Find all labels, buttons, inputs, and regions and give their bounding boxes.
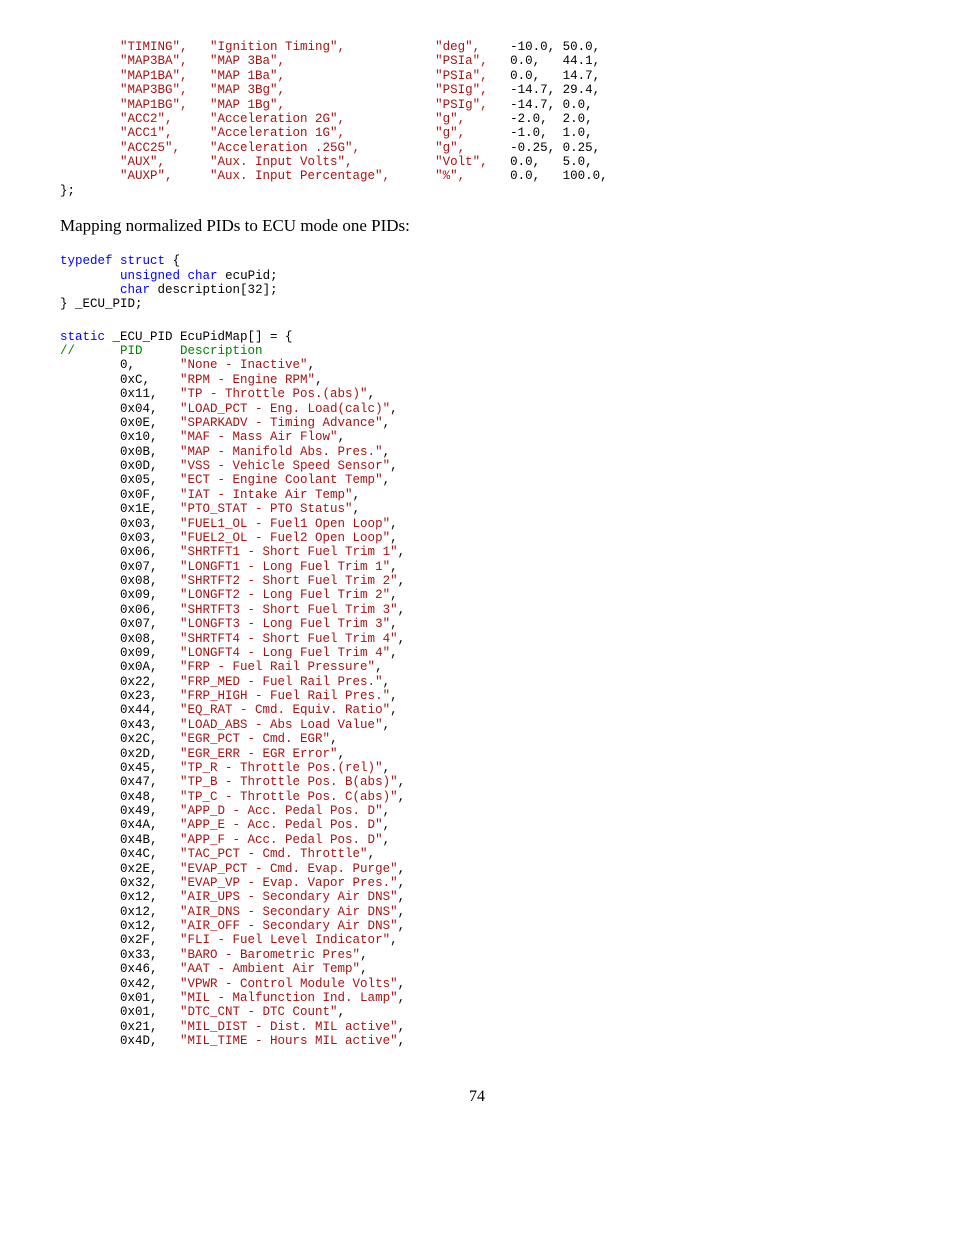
code-block-top: "TIMING", "Ignition Timing", "deg", -10.… [60, 40, 894, 198]
code-block-struct: typedef struct { unsigned char ecuPid; c… [60, 254, 894, 312]
page-number: 74 [60, 1088, 894, 1106]
prose-mapping-line: Mapping normalized PIDs to ECU mode one … [60, 216, 894, 236]
code-block-map: static _ECU_PID EcuPidMap[] = { // PID D… [60, 330, 894, 1049]
